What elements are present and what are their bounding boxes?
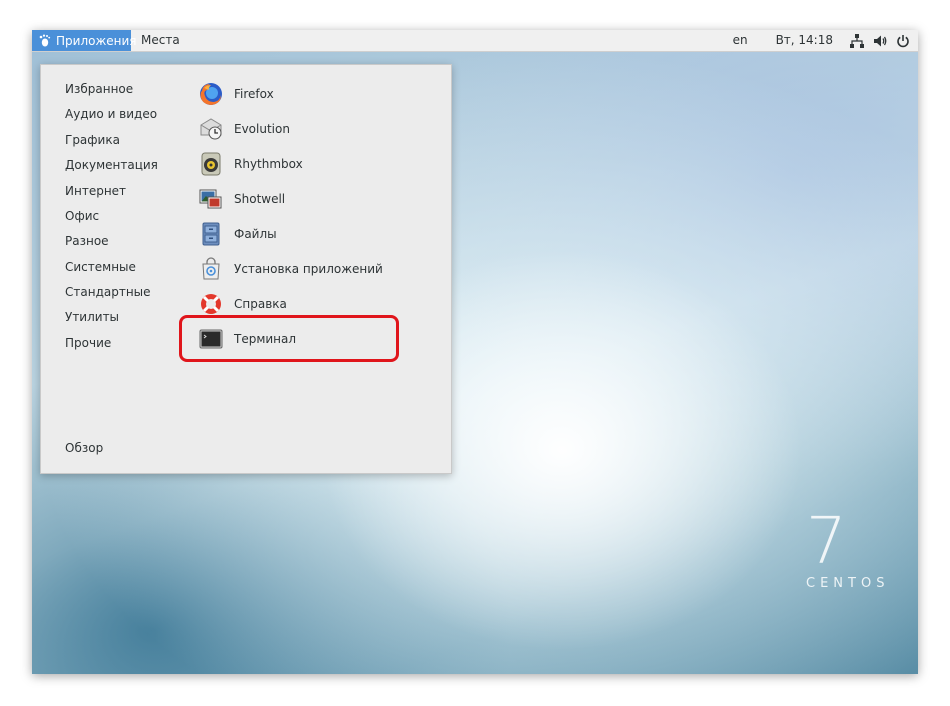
language-indicator[interactable]: en xyxy=(733,30,748,51)
evolution-icon xyxy=(199,117,223,141)
applications-menu: Избранное Аудио и видео Графика Документ… xyxy=(40,64,452,474)
clock[interactable]: Вт, 14:18 xyxy=(776,30,833,51)
applications-label: Приложения xyxy=(56,33,137,48)
places-menu-button[interactable]: Места xyxy=(141,30,180,51)
centos-wordmark: CENTOS xyxy=(806,576,890,591)
app-files[interactable]: Файлы xyxy=(199,219,277,249)
app-firefox[interactable]: Firefox xyxy=(199,79,274,109)
app-label: Терминал xyxy=(234,332,297,346)
files-icon xyxy=(199,222,223,246)
category-audio-video[interactable]: Аудио и видео xyxy=(65,107,157,121)
app-label: Shotwell xyxy=(234,192,286,206)
shotwell-icon xyxy=(199,187,223,211)
volume-icon[interactable] xyxy=(872,33,888,49)
category-other[interactable]: Прочие xyxy=(65,336,111,350)
app-label: Установка приложений xyxy=(234,262,383,276)
system-tray: en Вт, 14:18 xyxy=(733,30,918,51)
category-internet[interactable]: Интернет xyxy=(65,184,126,198)
app-label: Firefox xyxy=(234,87,274,101)
power-icon[interactable] xyxy=(895,33,911,49)
top-bar: Приложения Места en Вт, 14:18 xyxy=(32,30,918,52)
app-help[interactable]: Справка xyxy=(199,289,287,319)
category-favorites[interactable]: Избранное xyxy=(65,82,133,96)
centos-logo: 7 CENTOS xyxy=(800,510,910,610)
app-label: Rhythmbox xyxy=(234,157,303,171)
app-software-install[interactable]: Установка приложений xyxy=(199,254,383,284)
software-icon xyxy=(199,257,223,281)
app-label: Справка xyxy=(234,297,287,311)
help-icon xyxy=(199,292,223,316)
applications-menu-button[interactable]: Приложения xyxy=(32,30,137,51)
category-office[interactable]: Офис xyxy=(65,209,99,223)
app-evolution[interactable]: Evolution xyxy=(199,114,290,144)
category-standard[interactable]: Стандартные xyxy=(65,285,151,299)
overview-link[interactable]: Обзор xyxy=(65,441,103,455)
category-system[interactable]: Системные xyxy=(65,260,136,274)
category-graphics[interactable]: Графика xyxy=(65,133,120,147)
app-rhythmbox[interactable]: Rhythmbox xyxy=(199,149,303,179)
app-terminal[interactable]: Терминал xyxy=(199,324,296,354)
network-icon[interactable] xyxy=(849,33,865,49)
category-documentation[interactable]: Документация xyxy=(65,158,158,172)
firefox-icon xyxy=(199,82,223,106)
desktop: Приложения Места en Вт, 14:18 Избранное … xyxy=(32,30,918,674)
app-label: Файлы xyxy=(234,227,277,241)
centos-version: 7 xyxy=(806,505,847,579)
app-shotwell[interactable]: Shotwell xyxy=(199,184,285,214)
category-utilities[interactable]: Утилиты xyxy=(65,310,119,324)
terminal-icon xyxy=(199,327,223,351)
rhythmbox-icon xyxy=(199,152,223,176)
category-misc[interactable]: Разное xyxy=(65,234,109,248)
app-label: Evolution xyxy=(234,122,290,136)
gnome-foot-icon xyxy=(38,34,51,48)
